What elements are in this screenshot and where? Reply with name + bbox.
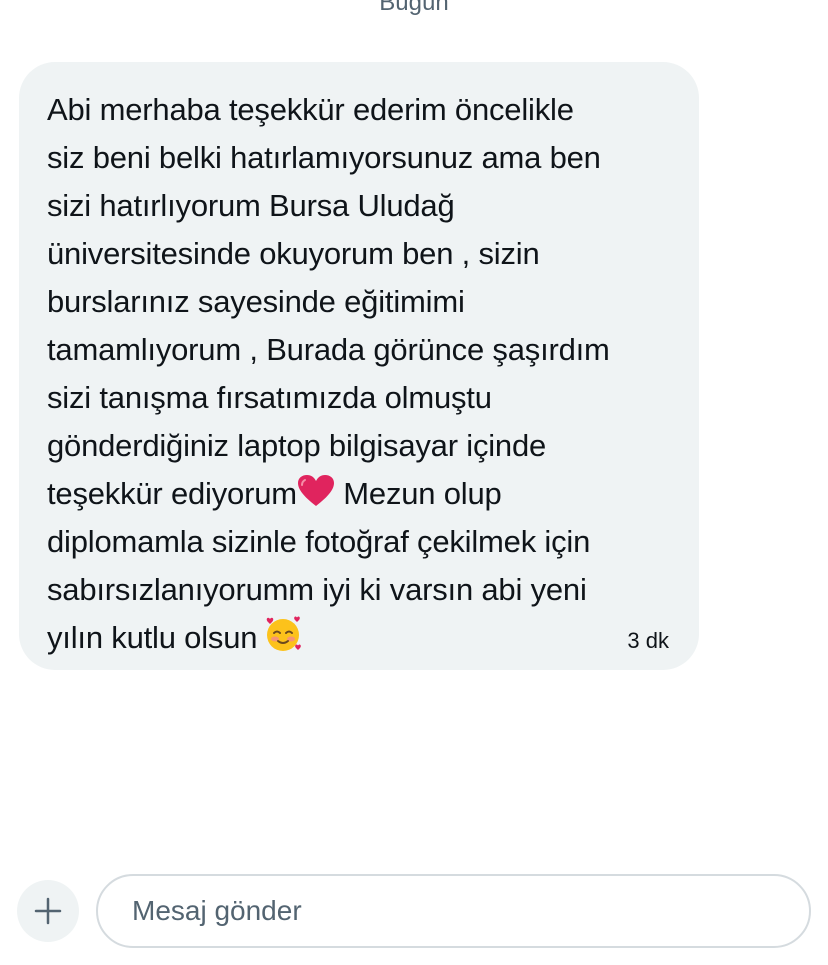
plus-icon xyxy=(34,897,62,925)
message-bubble[interactable]: Abi merhaba teşekkür ederim öncelikle si… xyxy=(19,62,699,670)
date-divider: Bugün xyxy=(379,0,449,16)
red-heart-icon xyxy=(297,475,334,506)
smiling-face-with-hearts-icon xyxy=(267,616,302,651)
message-composer[interactable] xyxy=(96,874,811,948)
message-text: Abi merhaba teşekkür ederim öncelikle si… xyxy=(47,86,671,662)
add-attachment-button[interactable] xyxy=(17,880,79,942)
message-line: Mezun olup xyxy=(334,476,502,511)
message-line: burslarınız sayesinde eğitimimi xyxy=(47,284,465,319)
message-line: üniversitesinde okuyorum ben , sizin xyxy=(47,236,540,271)
message-line: yılın kutlu olsun xyxy=(47,620,258,655)
message-line: sizi tanışma fırsatımızda olmuştu xyxy=(47,380,492,415)
message-line: teşekkür ediyorum xyxy=(47,476,297,511)
message-line: sabırsızlanıyorumm iyi ki varsın abi yen… xyxy=(47,572,587,607)
message-input[interactable] xyxy=(130,894,774,928)
message-line: Abi merhaba teşekkür ederim öncelikle xyxy=(47,92,574,127)
message-line: siz beni belki hatırlamıyorsunuz ama ben xyxy=(47,140,601,175)
message-timestamp: 3 dk xyxy=(627,628,669,653)
message-line: sizi hatırlıyorum Bursa Uludağ xyxy=(47,188,455,223)
message-line: diplomamla sizinle fotoğraf çekilmek içi… xyxy=(47,524,591,559)
message-line: gönderdiğiniz laptop bilgisayar içinde xyxy=(47,428,547,463)
message-line: tamamlıyorum , Burada görünce şaşırdım xyxy=(47,332,610,367)
